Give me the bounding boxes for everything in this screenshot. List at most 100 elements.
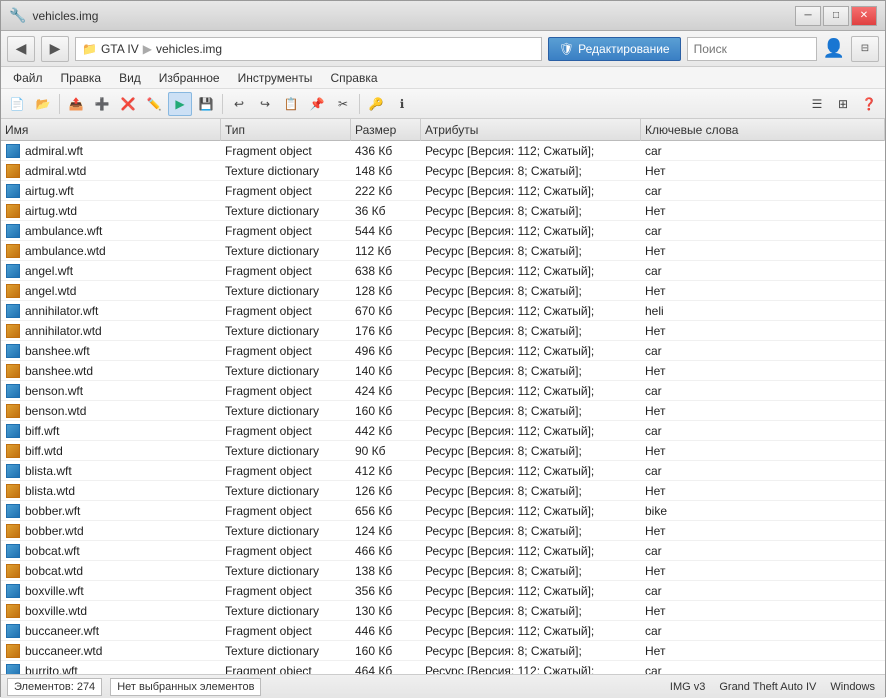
table-row[interactable]: ambulance.wft Fragment object 544 Кб Рес… [1, 221, 885, 241]
status-selected: Нет выбранных элементов [110, 678, 261, 696]
cell-name: buccaneer.wtd [1, 643, 221, 659]
texture-icon [5, 163, 21, 179]
table-row[interactable]: annihilator.wft Fragment object 670 Кб Р… [1, 301, 885, 321]
new-button[interactable]: 📄 [5, 92, 29, 116]
add-button[interactable]: ➕ [90, 92, 114, 116]
path-separator: ▶ [143, 42, 152, 56]
header-type[interactable]: Тип [221, 119, 351, 141]
save-button[interactable]: 💾 [194, 92, 218, 116]
cell-type: Texture dictionary [221, 284, 351, 298]
menu-tools[interactable]: Инструменты [230, 69, 321, 87]
table-row[interactable]: buccaneer.wft Fragment object 446 Кб Рес… [1, 621, 885, 641]
table-row[interactable]: ambulance.wtd Texture dictionary 112 Кб … [1, 241, 885, 261]
table-row[interactable]: bobcat.wft Fragment object 466 Кб Ресурс… [1, 541, 885, 561]
table-row[interactable]: annihilator.wtd Texture dictionary 176 К… [1, 321, 885, 341]
table-row[interactable]: bobber.wtd Texture dictionary 124 Кб Рес… [1, 521, 885, 541]
cell-keywords: car [641, 264, 885, 278]
elements-count: Элементов: 274 [14, 681, 95, 693]
extract-button[interactable]: 📤 [64, 92, 88, 116]
forward-button[interactable]: ▶ [41, 36, 69, 62]
edit-icon: 🛡 [559, 42, 574, 56]
cell-type: Texture dictionary [221, 204, 351, 218]
table-row[interactable]: biff.wft Fragment object 442 Кб Ресурс [… [1, 421, 885, 441]
close-button[interactable]: ✕ [851, 6, 877, 26]
menu-view[interactable]: Вид [111, 69, 149, 87]
cell-size: 464 Кб [351, 664, 421, 675]
header-size[interactable]: Размер [351, 119, 421, 141]
import-button[interactable]: ▶ [168, 92, 192, 116]
copy-button[interactable]: 📋 [279, 92, 303, 116]
table-row[interactable]: buccaneer.wtd Texture dictionary 160 Кб … [1, 641, 885, 661]
window-title: vehicles.img [32, 9, 98, 23]
table-row[interactable]: burrito.wft Fragment object 464 Кб Ресур… [1, 661, 885, 674]
table-row[interactable]: blista.wft Fragment object 412 Кб Ресурс… [1, 461, 885, 481]
properties-button[interactable]: 🔑 [364, 92, 388, 116]
help-icon-button[interactable]: ❓ [857, 92, 881, 116]
cell-name: banshee.wft [1, 343, 221, 359]
table-row[interactable]: angel.wft Fragment object 638 Кб Ресурс … [1, 261, 885, 281]
file-list[interactable]: Имя Тип Размер Атрибуты Ключевые слова a… [1, 119, 885, 674]
cell-keywords: Нет [641, 604, 885, 618]
fragment-icon [5, 383, 21, 399]
cell-type: Fragment object [221, 264, 351, 278]
table-row[interactable]: banshee.wtd Texture dictionary 140 Кб Ре… [1, 361, 885, 381]
cell-attr: Ресурс [Версия: 112; Сжатый]; [421, 504, 641, 518]
options-button[interactable]: ⊟ [851, 36, 879, 62]
menu-edit[interactable]: Правка [53, 69, 110, 87]
details-view-button[interactable]: ⊞ [831, 92, 855, 116]
fragment-icon [5, 583, 21, 599]
rename-button[interactable]: ✏️ [142, 92, 166, 116]
table-row[interactable]: boxville.wtd Texture dictionary 130 Кб Р… [1, 601, 885, 621]
game-tag: Grand Theft Auto IV [715, 681, 820, 693]
minimize-button[interactable]: ─ [795, 6, 821, 26]
table-row[interactable]: admiral.wtd Texture dictionary 148 Кб Ре… [1, 161, 885, 181]
fragment-icon [5, 503, 21, 519]
cell-name: boxville.wft [1, 583, 221, 599]
menu-help[interactable]: Справка [322, 69, 385, 87]
maximize-button[interactable]: □ [823, 6, 849, 26]
menu-favorites[interactable]: Избранное [151, 69, 228, 87]
cell-type: Fragment object [221, 224, 351, 238]
list-view-button[interactable]: ☰ [805, 92, 829, 116]
table-row[interactable]: biff.wtd Texture dictionary 90 Кб Ресурс… [1, 441, 885, 461]
back-button[interactable]: ◀ [7, 36, 35, 62]
cell-type: Fragment object [221, 624, 351, 638]
search-input[interactable] [687, 37, 817, 61]
table-row[interactable]: airtug.wtd Texture dictionary 36 Кб Ресу… [1, 201, 885, 221]
cell-name: bobber.wft [1, 503, 221, 519]
cell-size: 90 Кб [351, 444, 421, 458]
texture-icon [5, 323, 21, 339]
redo-button[interactable]: ↪ [253, 92, 277, 116]
open-button[interactable]: 📂 [31, 92, 55, 116]
address-path[interactable]: 📁 GTA IV ▶ vehicles.img [75, 37, 542, 61]
table-row[interactable]: banshee.wft Fragment object 496 Кб Ресур… [1, 341, 885, 361]
cell-size: 112 Кб [351, 244, 421, 258]
delete-button[interactable]: ❌ [116, 92, 140, 116]
edit-button[interactable]: 🛡 Редактирование [548, 37, 681, 61]
cell-type: Fragment object [221, 424, 351, 438]
table-row[interactable]: angel.wtd Texture dictionary 128 Кб Ресу… [1, 281, 885, 301]
table-row[interactable]: boxville.wft Fragment object 356 Кб Ресу… [1, 581, 885, 601]
texture-icon [5, 363, 21, 379]
table-row[interactable]: bobber.wft Fragment object 656 Кб Ресурс… [1, 501, 885, 521]
cell-keywords: Нет [641, 404, 885, 418]
header-attr[interactable]: Атрибуты [421, 119, 641, 141]
info-button[interactable]: ℹ [390, 92, 414, 116]
table-row[interactable]: admiral.wft Fragment object 436 Кб Ресур… [1, 141, 885, 161]
table-row[interactable]: benson.wft Fragment object 424 Кб Ресурс… [1, 381, 885, 401]
selected-text: Нет выбранных элементов [117, 681, 254, 693]
table-row[interactable]: airtug.wft Fragment object 222 Кб Ресурс… [1, 181, 885, 201]
table-row[interactable]: bobcat.wtd Texture dictionary 138 Кб Рес… [1, 561, 885, 581]
paste-button[interactable]: 📌 [305, 92, 329, 116]
cell-name: bobcat.wtd [1, 563, 221, 579]
header-keywords[interactable]: Ключевые слова [641, 119, 885, 141]
header-name[interactable]: Имя [1, 119, 221, 141]
undo-button[interactable]: ↩ [227, 92, 251, 116]
cell-keywords: Нет [641, 524, 885, 538]
menu-file[interactable]: Файл [5, 69, 51, 87]
table-row[interactable]: benson.wtd Texture dictionary 160 Кб Рес… [1, 401, 885, 421]
cut-button[interactable]: ✂ [331, 92, 355, 116]
table-row[interactable]: blista.wtd Texture dictionary 126 Кб Рес… [1, 481, 885, 501]
cell-type: Fragment object [221, 544, 351, 558]
cell-type: Texture dictionary [221, 164, 351, 178]
